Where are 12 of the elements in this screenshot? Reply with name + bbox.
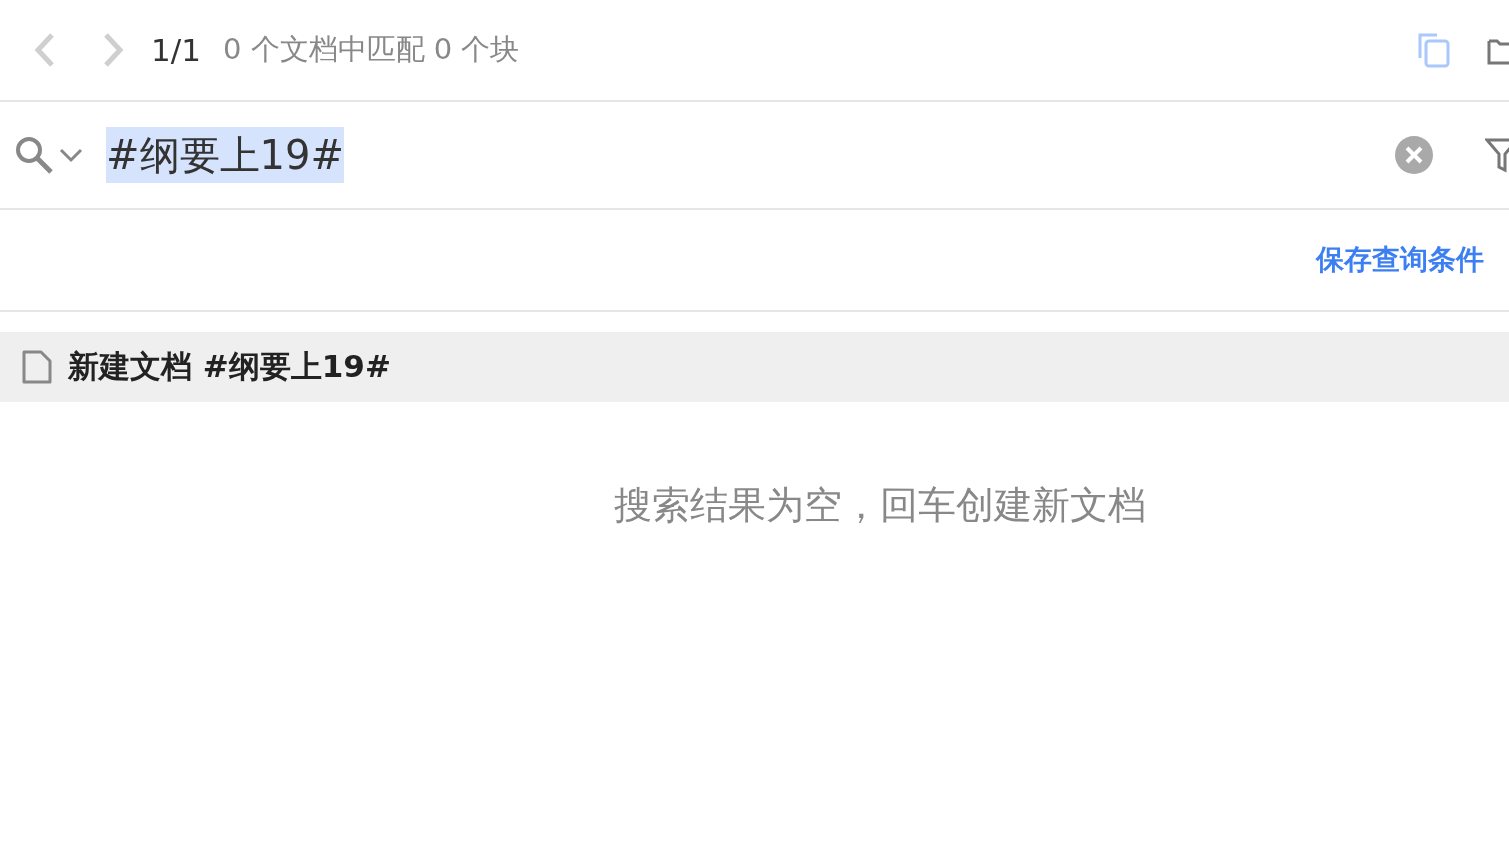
chevron-down-icon[interactable]: [58, 147, 84, 163]
page-counter: 1/1: [151, 32, 201, 68]
clear-icon[interactable]: [1395, 136, 1433, 174]
filter-icon[interactable]: [1485, 137, 1509, 173]
result-row[interactable]: 新建文档 #纲要上19#: [0, 332, 1509, 402]
search-field[interactable]: #纲要上19#: [106, 125, 1395, 185]
search-icon[interactable]: [14, 135, 54, 175]
document-icon: [21, 349, 53, 385]
match-summary: 0 个文档中匹配 0 个块: [222, 31, 520, 68]
empty-message: 搜索结果为空，回车创建新文档: [613, 482, 1146, 529]
save-query-link[interactable]: 保存查询条件: [1316, 241, 1484, 279]
result-label: 新建文档 #纲要上19#: [68, 347, 391, 386]
